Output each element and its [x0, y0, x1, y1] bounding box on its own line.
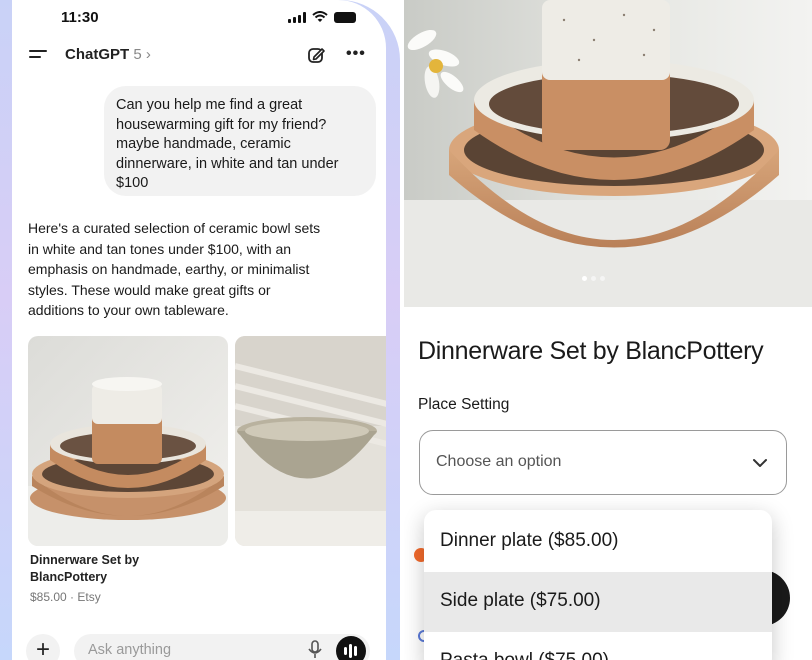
option-dinner-plate[interactable]: Dinner plate ($85.00)	[424, 512, 772, 572]
ask-input[interactable]: Ask anything	[74, 634, 370, 660]
place-setting-select[interactable]: Choose an option	[419, 430, 787, 495]
carousel-dot[interactable]	[600, 276, 605, 281]
chevron-right-icon: ›	[145, 46, 151, 63]
option-label: Pasta bowl ($75.00)	[440, 650, 609, 660]
select-placeholder: Choose an option	[436, 453, 562, 470]
product-card-image-2[interactable]	[235, 336, 386, 546]
battery-icon	[334, 11, 356, 23]
carousel-dot[interactable]	[582, 276, 587, 281]
product-title: Dinnerware Set by BlancPottery	[418, 337, 764, 365]
compose-icon[interactable]	[306, 45, 326, 65]
option-label: Place Setting	[418, 396, 510, 413]
carousel-dot[interactable]	[591, 276, 596, 281]
chat-header: ChatGPT 5 › •••	[12, 38, 386, 72]
more-icon[interactable]: •••	[346, 45, 366, 63]
options-dropdown: Dinner plate ($85.00) Side plate ($75.00…	[424, 510, 772, 660]
product-card-price: $85.00 · Etsy	[30, 590, 101, 604]
assistant-message: Here's a curated selection of ceramic bo…	[28, 220, 321, 318]
composer: + Ask anything	[12, 624, 386, 660]
status-icons	[288, 11, 356, 23]
status-time: 11:30	[61, 9, 99, 26]
option-label: Side plate ($75.00)	[440, 590, 601, 611]
user-message: Can you help me find a great housewarmin…	[104, 86, 376, 196]
app-name: ChatGPT	[65, 46, 130, 63]
mic-icon[interactable]	[307, 640, 323, 660]
product-page: Dinnerware Set by BlancPottery Place Set…	[404, 0, 812, 660]
option-side-plate[interactable]: Side plate ($75.00)	[424, 572, 772, 632]
product-card-image[interactable]	[28, 336, 228, 546]
cellular-signal-icon	[288, 11, 306, 23]
plus-icon[interactable]: +	[26, 634, 60, 660]
option-pasta-bowl[interactable]: Pasta bowl ($75.00)	[424, 632, 772, 660]
wifi-icon	[312, 11, 328, 22]
chat-screen: 11:30 ChatGPT 5 › ••• Can you help me fi…	[12, 0, 386, 660]
product-hero-image[interactable]	[404, 0, 812, 307]
voice-mode-icon[interactable]	[336, 636, 366, 660]
menu-icon[interactable]	[29, 48, 47, 60]
model-version: 5	[133, 46, 142, 63]
carousel-dots[interactable]	[582, 276, 605, 281]
product-card-title[interactable]: Dinnerware Set by BlancPottery	[30, 552, 200, 586]
option-label: Dinner plate ($85.00)	[440, 530, 619, 551]
ask-placeholder: Ask anything	[88, 642, 172, 658]
model-selector[interactable]: ChatGPT 5 ›	[65, 46, 151, 63]
status-bar: 11:30	[12, 0, 386, 36]
chevron-down-icon	[753, 459, 767, 467]
